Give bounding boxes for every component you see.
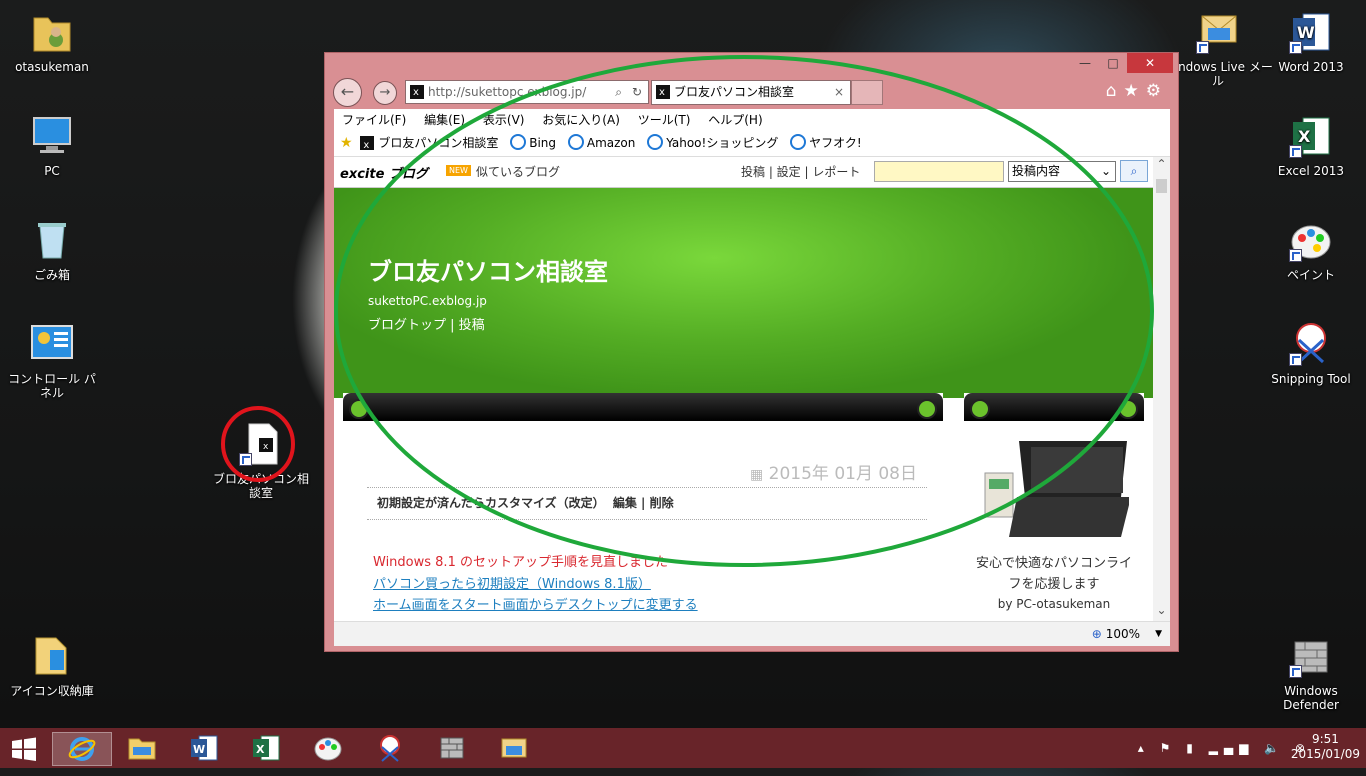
excel-icon: X <box>1287 112 1335 160</box>
post-link-desktop[interactable]: ホーム画面をスタート画面からデスクトップに変更する <box>373 594 698 613</box>
desktop-icon-label: ペイント <box>1286 268 1335 282</box>
shortcut-arrow-icon <box>1289 145 1302 158</box>
status-bar: ⊕ 100% ▼ <box>334 621 1170 646</box>
desktop-icon-label: Word 2013 <box>1278 60 1344 74</box>
start-button[interactable] <box>0 732 48 764</box>
taskbar-paint-icon[interactable] <box>304 732 352 764</box>
svg-text:X: X <box>1298 127 1311 146</box>
desktop-icon-label: Windows Live メール <box>1163 60 1273 88</box>
action-center-flag-icon[interactable]: ⚑ <box>1160 741 1177 755</box>
system-clock[interactable]: 9:51 2015/01/09 <box>1291 732 1360 762</box>
desktop-icon-label: ごみ箱 <box>33 268 70 282</box>
clock-date: 2015/01/09 <box>1290 747 1360 761</box>
desktop-icon-otasukeman[interactable]: otasukeman <box>4 8 100 74</box>
system-tray: ▴ ⚑ ▮ ▂▄▆ 🔈 ⊗ <box>1138 728 1311 768</box>
desktop-icon-windows-defender[interactable]: Windows Defender <box>1263 632 1359 712</box>
svg-text:W: W <box>193 743 205 756</box>
taskbar-snipping-icon[interactable] <box>366 732 414 764</box>
clock-time: 9:51 <box>1311 732 1339 746</box>
taskbar-excel-icon[interactable]: X <box>242 732 290 764</box>
desktop-icon-recycle-bin[interactable]: ごみ箱 <box>4 216 100 282</box>
desktop-icon-label: コントロール パネル <box>8 372 96 400</box>
shortcut-arrow-icon <box>1289 353 1302 366</box>
taskbar-word-icon[interactable]: W <box>180 732 228 764</box>
shortcut-arrow-icon <box>1289 665 1302 678</box>
taskbar-mail-icon[interactable] <box>490 732 538 764</box>
desktop-icon-paint[interactable]: ペイント <box>1263 216 1359 282</box>
post-link-initial-setup[interactable]: パソコン買ったら初期設定（Windows 8.1版） <box>373 573 651 592</box>
desktop-icon-icon-storage[interactable]: アイコン収納庫 <box>4 632 100 698</box>
desktop-icon-word[interactable]: W Word 2013 <box>1263 8 1359 74</box>
pc-monitor-icon <box>28 112 76 160</box>
zoom-control[interactable]: ⊕ 100% <box>1092 622 1140 646</box>
desktop-icon-label: PC <box>44 164 60 178</box>
volume-icon[interactable]: 🔈 <box>1264 741 1285 755</box>
desktop-icon-snipping-tool[interactable]: Snipping Tool <box>1263 320 1359 386</box>
scroll-down-icon[interactable]: ⌄ <box>1153 603 1170 617</box>
snipping-tool-icon <box>1287 320 1335 368</box>
control-panel-icon <box>28 320 76 368</box>
desktop-icon-excel[interactable]: X Excel 2013 <box>1263 112 1359 178</box>
zoom-icon: ⊕ <box>1091 627 1102 641</box>
desktop-icon-windows-live-mail[interactable]: Windows Live メール <box>1162 8 1274 88</box>
shortcut-arrow-icon <box>1289 249 1302 262</box>
taskbar: W X ▴ ⚑ ▮ ▂▄▆ 🔈 ⊗ 9:51 2015/01/09 <box>0 728 1366 768</box>
green-annotation-ellipse <box>334 55 1154 567</box>
svg-text:X: X <box>256 743 265 756</box>
folder-icon <box>28 632 76 680</box>
power-icon[interactable]: ▮ <box>1186 741 1199 755</box>
sidebar-by: by PC-otasukeman <box>997 597 1111 611</box>
desktop-icon-label: Snipping Tool <box>1271 372 1351 386</box>
shortcut-arrow-icon <box>1196 41 1209 54</box>
zoom-dropdown-icon[interactable]: ▼ <box>1155 622 1162 646</box>
desktop-icon-label: otasukeman <box>15 60 89 74</box>
user-folder-icon <box>28 8 76 56</box>
defender-wall-icon <box>1287 632 1335 680</box>
desktop-icon-control-panel[interactable]: コントロール パネル <box>4 320 100 400</box>
desktop-icon-pc[interactable]: PC <box>4 112 100 178</box>
mail-icon <box>1194 8 1242 56</box>
word-icon: W <box>1287 8 1335 56</box>
taskbar-defender-icon[interactable] <box>428 732 476 764</box>
network-signal-icon[interactable]: ▂▄▆ <box>1209 741 1255 755</box>
shortcut-arrow-icon <box>1289 41 1302 54</box>
taskbar-ie-icon[interactable] <box>52 732 112 766</box>
desktop-icon-label: Excel 2013 <box>1277 164 1345 178</box>
show-hidden-icons-chevron-icon[interactable]: ▴ <box>1138 741 1150 755</box>
desktop-icon-label: Windows Defender <box>1283 684 1339 712</box>
recycle-bin-icon <box>28 216 76 264</box>
taskbar-explorer-icon[interactable] <box>118 732 166 764</box>
paint-palette-icon <box>1287 216 1335 264</box>
svg-text:W: W <box>1297 23 1315 42</box>
red-annotation-circle <box>221 406 295 482</box>
desktop-icon-label: アイコン収納庫 <box>10 684 94 698</box>
zoom-level: 100% <box>1105 627 1140 641</box>
